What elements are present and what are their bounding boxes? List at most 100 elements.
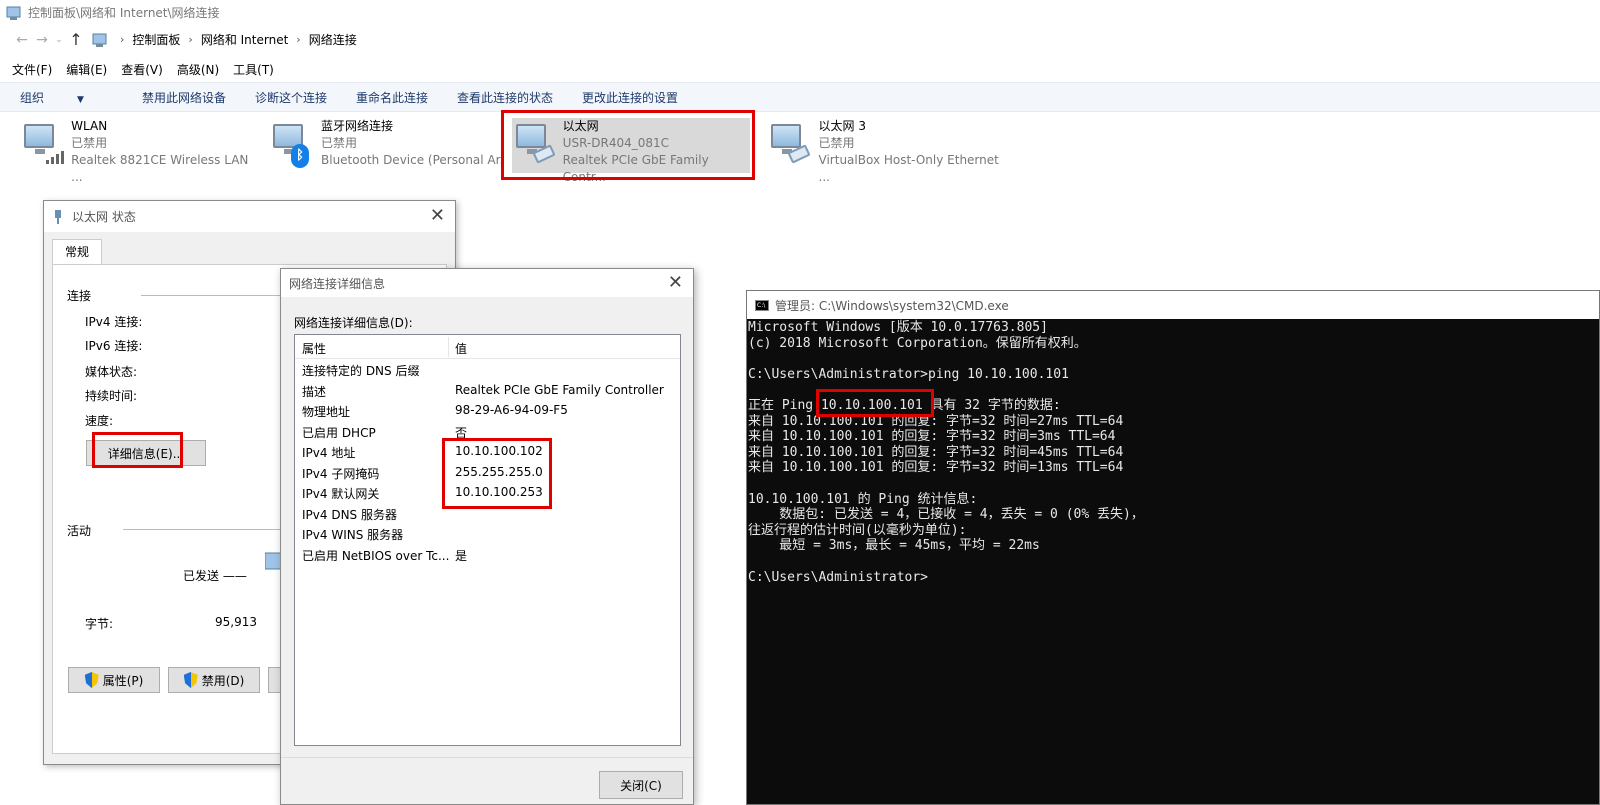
breadcrumb-network-internet[interactable]: 网络和 Internet [197,31,292,48]
rename-button[interactable]: 重命名此连接 [356,89,428,106]
organize-button[interactable]: 组织 ▼ [20,89,113,106]
cmd-icon: C:\ [755,299,769,311]
properties-button[interactable]: 属性(P) [68,667,160,693]
adapter-status: 已禁用 [818,136,855,150]
view-status-button[interactable]: 查看此连接的状态 [457,89,553,106]
cmd-line: 来自 10.10.100.101 的回复: 字节=32 时间=13ms TTL=… [748,460,1124,476]
cmd-line: 最短 = 3ms，最长 = 45ms，平均 = 22ms [748,538,1040,554]
ethernet-adapter-icon [767,118,811,168]
adapter-status: 已禁用 [71,136,108,150]
details-list-label: 网络连接详细信息(D): [294,316,413,330]
connection-details-dialog: 网络连接详细信息 ✕ 网络连接详细信息(D): 属性 值 连接特定的 DNS 后… [280,268,694,805]
dialog-title: 网络连接详细信息 [289,276,386,291]
cmd-line: 10.10.100.101 的 Ping 统计信息: [748,491,978,507]
table-row[interactable]: IPv4 WINS 服务器 [295,523,680,544]
up-arrow-icon[interactable]: ↑ [66,29,86,51]
close-icon[interactable]: ✕ [430,205,445,226]
media-state-label: 媒体状态: [85,365,138,379]
adapter-device: Realtek 8821CE Wireless LAN ... [71,153,249,184]
adapter-status: 已禁用 [321,136,358,150]
menu-bar: 文件(F) 编辑(E) 查看(V) 高级(N) 工具(T) [0,58,1600,80]
disable-button[interactable]: 禁用(D) [168,667,260,693]
diagnose-button[interactable]: 诊断这个连接 [255,89,327,106]
breadcrumb-control-panel[interactable]: 控制面板 [128,31,184,48]
chevron-right-icon[interactable]: › [292,33,304,46]
chevron-right-icon[interactable]: › [116,33,128,46]
cmd-line: Microsoft Windows [版本 10.0.17763.805] [748,320,1048,335]
footer-divider [281,757,693,758]
adapter-name: WLAN [71,119,108,133]
ipv4-connectivity-label: IPv4 连接: [85,315,143,329]
menu-view[interactable]: 查看(V) [121,61,163,78]
close-button[interactable]: 关闭(C) [599,771,683,799]
breadcrumb-network-connections[interactable]: 网络连接 [305,31,361,48]
menu-file[interactable]: 文件(F) [12,61,52,78]
group-activity-label: 活动 [67,524,92,538]
highlight-box [442,438,552,509]
uac-shield-icon [183,672,198,688]
table-row[interactable]: 已启用 NetBIOS over Tc... 是 [295,544,680,565]
disable-device-button[interactable]: 禁用此网络设备 [142,89,226,106]
cmd-line: C:\Users\Administrator> [748,569,929,585]
cmd-line: ​ [748,476,1599,492]
ipv6-connectivity-label: IPv6 连接: [85,339,143,353]
address-bar[interactable]: › 控制面板 › 网络和 Internet › 网络连接 [92,29,1600,51]
close-icon[interactable]: ✕ [668,272,683,293]
adapter-name: 以太网 3 [818,119,866,133]
menu-advanced[interactable]: 高级(N) [177,61,219,78]
tab-general[interactable]: 常规 [52,239,102,265]
highlight-box [816,389,934,417]
forward-arrow-icon[interactable]: → [32,29,52,51]
highlight-box [501,110,755,180]
bluetooth-adapter-icon: ᛒ [269,118,313,168]
cmd-line: C:\Users\Administrator>ping 10.10.100.10… [748,366,1069,382]
adapter-device: Bluetooth Device (Personal Ar... [321,153,501,167]
adapter-ethernet-3[interactable]: 以太网 3 已禁用 VirtualBox Host-Only Ethernet … [767,118,1012,184]
command-bar: 组织 ▼ 禁用此网络设备 诊断这个连接 重命名此连接 查看此连接的状态 更改此连接… [0,82,1600,112]
group-connection-label: 连接 [67,289,92,303]
control-panel-icon [6,5,22,21]
adapter-wlan[interactable]: WLAN 已禁用 Realtek 8821CE Wireless LAN ... [20,118,260,184]
column-header-value[interactable]: 值 [455,340,467,357]
change-settings-button[interactable]: 更改此连接的设置 [582,89,678,106]
cmd-window[interactable]: C:\ 管理员: C:\Windows\system32\CMD.exe Mic… [746,290,1600,805]
menu-edit[interactable]: 编辑(E) [66,61,107,78]
window-title: 控制面板\网络和 Internet\网络连接 [28,6,220,20]
menu-tools[interactable]: 工具(T) [233,61,274,78]
details-list[interactable]: 属性 值 连接特定的 DNS 后缀 描述 Realtek PCIe GbE Fam… [294,334,681,746]
uac-shield-icon [84,672,99,688]
bluetooth-icon: ᛒ [291,144,309,168]
window-titlebar[interactable]: 控制面板\网络和 Internet\网络连接 [0,0,1600,25]
chevron-right-icon[interactable]: › [184,33,196,46]
dialog-title: 以太网 状态 [72,210,136,224]
highlight-box [92,432,183,468]
adapter-bluetooth[interactable]: ᛒ 蓝牙网络连接 已禁用 Bluetooth Device (Personal … [269,118,501,174]
dialog-titlebar[interactable]: 网络连接详细信息 ✕ [281,269,693,297]
navigation-bar: ← → ⌄ ↑ › 控制面板 › 网络和 Internet › 网络连接 [0,27,1600,53]
table-row[interactable]: 连接特定的 DNS 后缀 [295,359,680,380]
cmd-line: 来自 10.10.100.101 的回复: 字节=32 时间=3ms TTL=6… [748,429,1116,445]
speed-label: 速度: [85,414,114,428]
cmd-line: ​ [748,554,1599,570]
adapter-name: 蓝牙网络连接 [321,119,394,133]
back-arrow-icon[interactable]: ← [12,29,32,51]
recent-dropdown-icon[interactable]: ⌄ [52,29,66,51]
network-cable-icon [52,209,64,224]
cmd-line: 来自 10.10.100.101 的回复: 字节=32 时间=45ms TTL=… [748,444,1124,460]
table-row[interactable]: 物理地址 98-29-A6-94-09-F5 [295,400,680,421]
cmd-output[interactable]: Microsoft Windows [版本 10.0.17763.805] (c)… [747,319,1599,585]
column-header-property[interactable]: 属性 [302,340,326,357]
cmd-line: ​ [748,351,1599,367]
cmd-line: 数据包: 已发送 = 4，已接收 = 4，丢失 = 0 (0% 丢失)， [748,507,1144,523]
dialog-titlebar[interactable]: 以太网 状态 ✕ [44,201,455,232]
list-header: 属性 值 [295,335,680,359]
bytes-sent-value: 95,913 [215,615,257,629]
cmd-line: (c) 2018 Microsoft Corporation。保留所有权利。 [748,335,1087,351]
control-panel-icon [92,32,108,48]
adapter-device: VirtualBox Host-Only Ethernet ... [818,153,999,184]
bytes-label: 字节: [85,617,114,631]
table-row[interactable]: 描述 Realtek PCIe GbE Family Controller [295,380,680,401]
cmd-title: 管理员: C:\Windows\system32\CMD.exe [775,298,1009,313]
cmd-titlebar[interactable]: C:\ 管理员: C:\Windows\system32\CMD.exe [747,291,1599,319]
sent-label: 已发送 —— [183,569,247,583]
